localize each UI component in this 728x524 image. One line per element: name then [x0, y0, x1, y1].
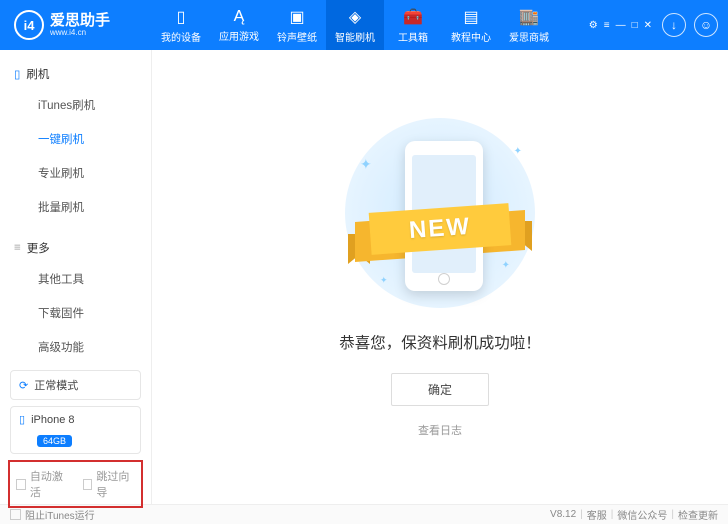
- settings-icon[interactable]: ⚙: [589, 20, 598, 31]
- device-card[interactable]: ▯ iPhone 8 64GB: [10, 406, 141, 454]
- wechat-link[interactable]: 微信公众号: [617, 507, 667, 522]
- menu-icon[interactable]: ≡: [604, 20, 610, 31]
- success-illustration: ✦ ✦ ✦ ✦ NEW: [340, 116, 540, 311]
- minimize-icon[interactable]: ―: [616, 20, 626, 31]
- app-logo: i4 爱思助手 www.i4.cn: [0, 10, 152, 40]
- version-label: V8.12: [550, 509, 576, 520]
- close-icon[interactable]: ✕: [644, 20, 652, 31]
- flash-icon: ◈: [349, 7, 361, 27]
- section-title: 刷机: [26, 66, 49, 82]
- view-log-link[interactable]: 查看日志: [418, 422, 462, 438]
- check-update-link[interactable]: 检查更新: [678, 507, 718, 522]
- window-controls: ⚙ ≡ ― □ ✕: [589, 20, 652, 31]
- download-button[interactable]: ↓: [662, 13, 686, 37]
- account-button[interactable]: ☺: [694, 13, 718, 37]
- checkbox-label: 跳过向导: [96, 468, 135, 500]
- checkbox-icon: [10, 509, 21, 520]
- separator: |: [671, 509, 674, 520]
- nav-ringtones[interactable]: ▣ 铃声壁纸: [268, 0, 326, 50]
- maximize-icon[interactable]: □: [632, 20, 638, 31]
- more-icon: ≡: [14, 242, 21, 254]
- nav-label: 智能刷机: [335, 29, 375, 44]
- checkbox-label: 阻止iTunes运行: [25, 507, 95, 522]
- nav-apps-games[interactable]: Ą 应用游戏: [210, 0, 268, 50]
- capacity-badge: 64GB: [37, 435, 72, 447]
- ok-button[interactable]: 确定: [391, 373, 489, 406]
- phone-outline-icon: ▯: [14, 67, 20, 81]
- checkbox-skip-setup[interactable]: 跳过向导: [83, 468, 136, 500]
- phone-icon: ▯: [177, 7, 186, 27]
- checkbox-icon: [16, 479, 26, 490]
- sidebar-item-other-tools[interactable]: 其他工具: [0, 262, 151, 296]
- image-icon: ▣: [289, 7, 304, 27]
- toolbox-icon: 🧰: [403, 7, 423, 27]
- nav-label: 铃声壁纸: [277, 29, 317, 44]
- sidebar-item-advanced[interactable]: 高级功能: [0, 330, 151, 364]
- apps-icon: Ą: [234, 8, 245, 26]
- sparkle-icon: ✦: [502, 260, 510, 271]
- nav-tutorials[interactable]: ▤ 教程中心: [442, 0, 500, 50]
- nav-label: 教程中心: [451, 29, 491, 44]
- nav-smart-flash[interactable]: ◈ 智能刷机: [326, 0, 384, 50]
- sparkle-icon: ✦: [360, 156, 372, 173]
- app-url: www.i4.cn: [50, 28, 110, 37]
- success-message: 恭喜您，保资料刷机成功啦！: [339, 331, 541, 353]
- sparkle-icon: ✦: [380, 275, 388, 286]
- sidebar-section-more: ≡ 更多: [0, 234, 151, 262]
- checkbox-block-itunes[interactable]: 阻止iTunes运行: [10, 507, 95, 522]
- sparkle-icon: ✦: [514, 146, 522, 157]
- checkbox-icon: [83, 479, 93, 490]
- sidebar-item-pro-flash[interactable]: 专业刷机: [0, 156, 151, 190]
- checkbox-label: 自动激活: [30, 468, 69, 500]
- nav-label: 爱思商城: [509, 29, 549, 44]
- sidebar-item-batch-flash[interactable]: 批量刷机: [0, 190, 151, 224]
- app-name: 爱思助手: [50, 13, 110, 28]
- refresh-icon: ⟳: [19, 379, 28, 392]
- store-icon: 🏬: [519, 7, 539, 27]
- nav-store[interactable]: 🏬 爱思商城: [500, 0, 558, 50]
- sidebar-item-onekey-flash[interactable]: 一键刷机: [0, 122, 151, 156]
- logo-icon: i4: [14, 10, 44, 40]
- checkbox-auto-activate[interactable]: 自动激活: [16, 468, 69, 500]
- nav-toolbox[interactable]: 🧰 工具箱: [384, 0, 442, 50]
- phone-small-icon: ▯: [19, 413, 25, 426]
- device-name: iPhone 8: [31, 414, 74, 426]
- mode-label: 正常模式: [34, 377, 78, 393]
- support-link[interactable]: 客服: [587, 507, 607, 522]
- sidebar-item-download-firmware[interactable]: 下载固件: [0, 296, 151, 330]
- mode-indicator[interactable]: ⟳ 正常模式: [10, 370, 141, 400]
- nav-label: 应用游戏: [219, 28, 259, 43]
- separator: |: [580, 509, 583, 520]
- options-highlight-box: 自动激活 跳过向导: [8, 460, 143, 508]
- nav-label: 工具箱: [398, 29, 428, 44]
- sidebar-section-flash: ▯ 刷机: [0, 60, 151, 88]
- nav-label: 我的设备: [161, 29, 201, 44]
- section-title: 更多: [27, 240, 50, 256]
- nav-my-device[interactable]: ▯ 我的设备: [152, 0, 210, 50]
- separator: |: [611, 509, 614, 520]
- book-icon: ▤: [463, 7, 478, 27]
- sidebar-item-itunes-flash[interactable]: iTunes刷机: [0, 88, 151, 122]
